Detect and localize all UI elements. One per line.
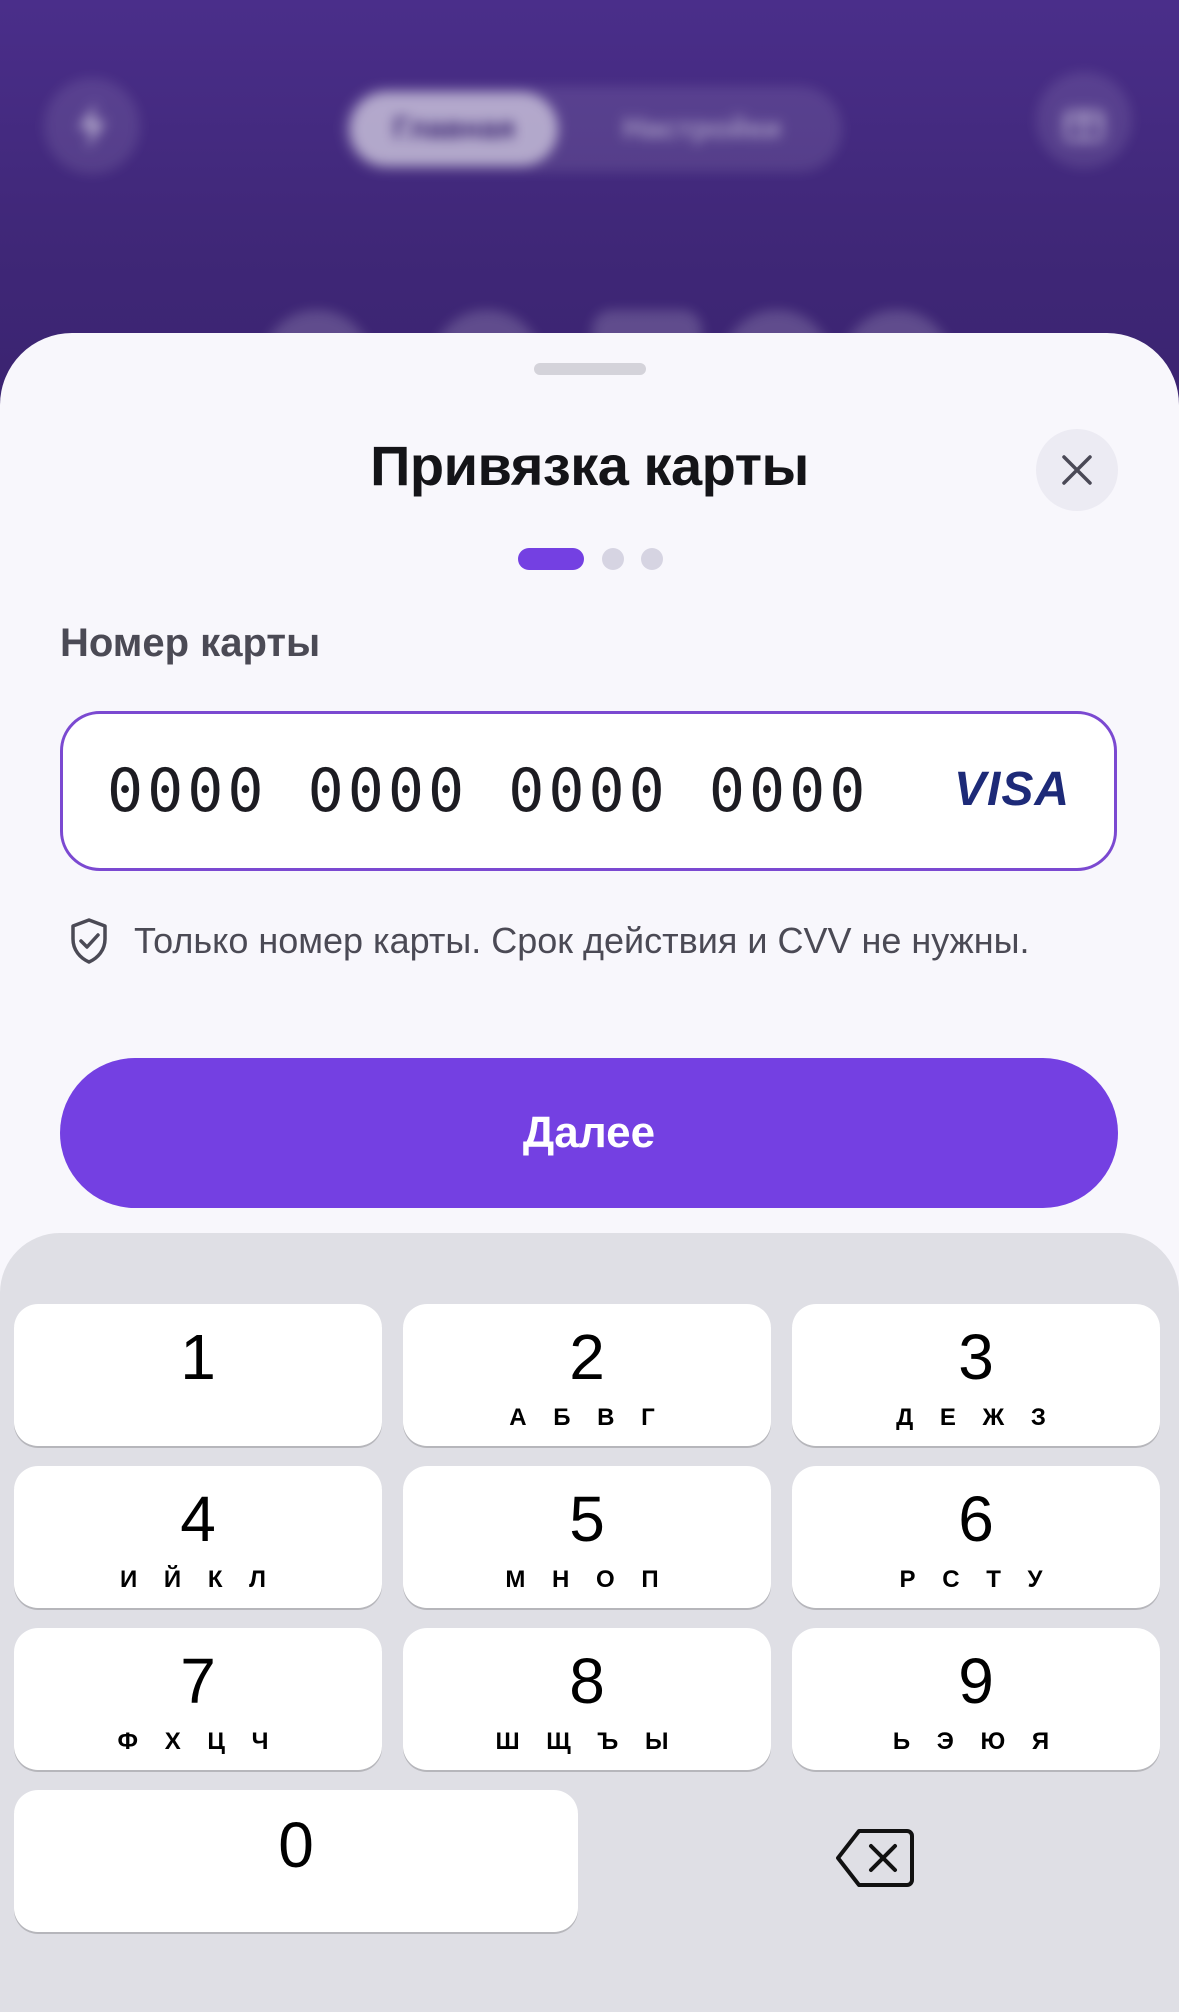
sheet-title: Привязка карты [370, 434, 809, 497]
key-4[interactable]: 4 И Й К Л [14, 1466, 382, 1608]
key-7[interactable]: 7 Ф Х Ц Ч [14, 1628, 382, 1770]
key-digit: 1 [180, 1321, 216, 1393]
key-6[interactable]: 6 Р С Т У [792, 1466, 1160, 1608]
key-letters: Ь Э Ю Я [892, 1728, 1060, 1755]
hint: Только номер карты. Срок действия и CVV … [68, 913, 1030, 969]
sheet-grabber[interactable] [534, 363, 646, 375]
tab-main: Главная [350, 92, 558, 166]
key-0[interactable]: 0 [14, 1790, 578, 1932]
backspace-key[interactable] [790, 1803, 960, 1913]
key-2[interactable]: 2 А Б В Г [403, 1304, 771, 1446]
card-number-input[interactable]: 0000 0000 0000 0000 VISA [60, 711, 1117, 871]
hint-text: Только номер карты. Срок действия и CVV … [134, 920, 1030, 961]
card-number-placeholder: 0000 0000 0000 0000 [107, 756, 870, 826]
shield-check-icon [71, 918, 107, 964]
backspace-icon [836, 1829, 914, 1887]
key-letters: И Й К Л [120, 1566, 276, 1593]
step-dot [602, 548, 624, 570]
gift-button [1036, 72, 1132, 168]
step-dot-active [518, 548, 584, 570]
key-9[interactable]: 9 Ь Э Ю Я [792, 1628, 1160, 1770]
lightning-icon [78, 103, 106, 149]
key-5[interactable]: 5 М Н О П [403, 1466, 771, 1608]
lightning-button [44, 78, 140, 174]
key-letters: Ш Щ Ъ Ы [495, 1728, 679, 1755]
step-indicator [0, 548, 1179, 572]
background-tab-bar: Главная Настройки [342, 86, 842, 172]
next-button[interactable]: Далее [60, 1058, 1118, 1208]
key-digit: 8 [569, 1645, 605, 1717]
key-letters: Ф Х Ц Ч [117, 1728, 279, 1755]
key-digit: 3 [958, 1321, 994, 1393]
key-8[interactable]: 8 Ш Щ Ъ Ы [403, 1628, 771, 1770]
key-digit: 4 [180, 1483, 216, 1555]
visa-logo: VISA [953, 763, 1070, 816]
key-letters: Д Е Ж З [896, 1404, 1056, 1431]
key-digit: 0 [278, 1809, 314, 1881]
key-letters: Р С Т У [899, 1566, 1053, 1593]
gift-icon [1064, 110, 1104, 142]
close-icon [1062, 455, 1092, 485]
step-dot [641, 548, 663, 570]
key-3[interactable]: 3 Д Е Ж З [792, 1304, 1160, 1446]
key-digit: 9 [958, 1645, 994, 1717]
key-1[interactable]: 1 [14, 1304, 382, 1446]
key-digit: 5 [569, 1483, 605, 1555]
card-number-label: Номер карты [60, 621, 321, 665]
key-letters: М Н О П [505, 1566, 669, 1593]
tab-settings: Настройки [622, 112, 782, 145]
key-digit: 2 [569, 1321, 605, 1393]
key-digit: 7 [180, 1645, 216, 1717]
key-letters: А Б В Г [509, 1404, 665, 1431]
close-button[interactable] [1036, 429, 1118, 511]
key-digit: 6 [958, 1483, 994, 1555]
